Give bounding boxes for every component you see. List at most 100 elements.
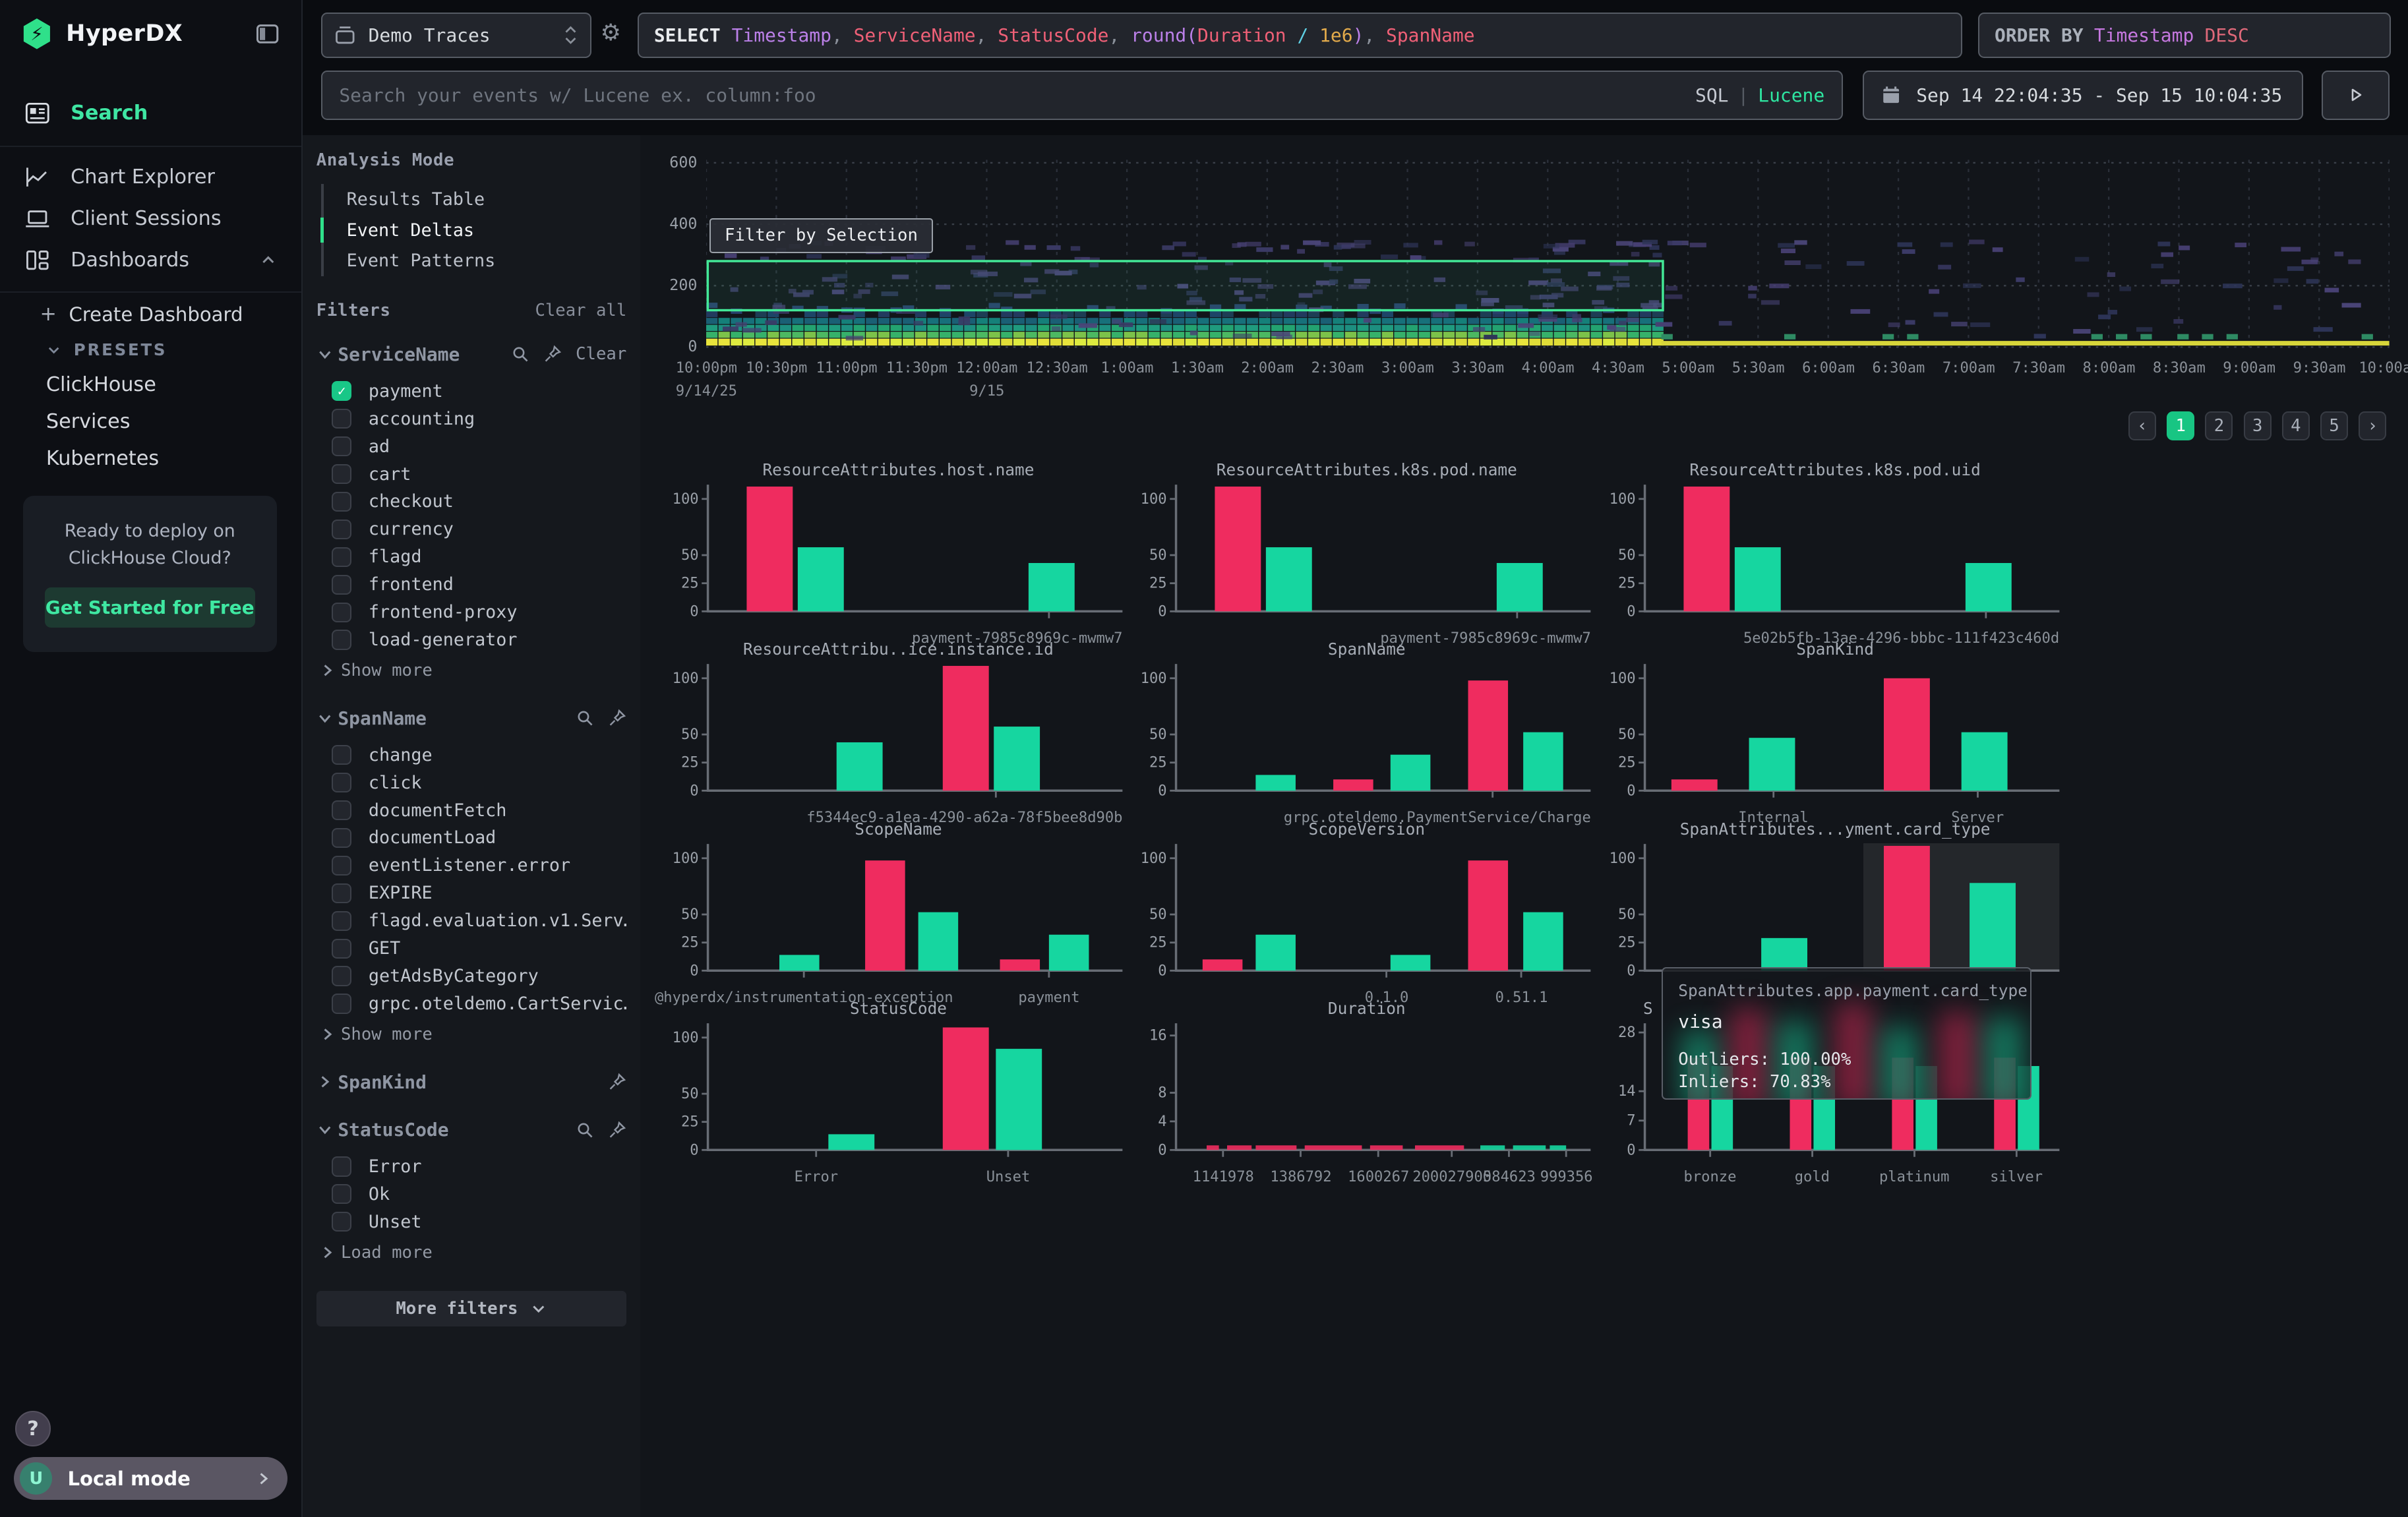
inlier-bar[interactable] xyxy=(1966,563,2012,611)
inlier-bar[interactable] xyxy=(1266,547,1312,611)
checkbox[interactable] xyxy=(332,828,351,848)
sidebar-preset-services[interactable]: Services xyxy=(0,403,301,440)
show-more-button[interactable]: Load more xyxy=(316,1239,626,1266)
filter-option[interactable]: load-generator xyxy=(316,626,626,654)
inlier-bar[interactable] xyxy=(1497,563,1543,611)
filter-group-header[interactable]: StatusCode xyxy=(316,1116,626,1144)
page-button-4[interactable]: 4 xyxy=(2282,411,2310,440)
inlier-bar[interactable] xyxy=(798,547,844,611)
help-button[interactable]: ? xyxy=(15,1411,51,1446)
inlier-bar[interactable] xyxy=(1970,883,2016,970)
filter-option[interactable]: cart xyxy=(316,460,626,488)
outlier-bar[interactable] xyxy=(1884,846,1930,970)
filter-option[interactable]: documentFetch xyxy=(316,796,626,824)
checkbox[interactable] xyxy=(332,966,351,986)
page-button-5[interactable]: 5 xyxy=(2320,411,2348,440)
filter-option[interactable]: Ok xyxy=(316,1180,626,1208)
checkbox[interactable] xyxy=(332,883,351,903)
checkbox[interactable] xyxy=(332,575,351,595)
filter-option[interactable]: GET xyxy=(316,935,626,963)
heatmap-selection[interactable] xyxy=(708,261,1664,311)
get-started-button[interactable]: Get Started for Free xyxy=(45,587,255,628)
checkbox[interactable] xyxy=(332,547,351,567)
pin-icon[interactable] xyxy=(608,1121,626,1139)
inlier-bar[interactable] xyxy=(1524,912,1564,970)
checkbox[interactable] xyxy=(332,409,351,429)
sql-select-editor[interactable]: SELECT Timestamp, ServiceName, StatusCod… xyxy=(638,13,1963,59)
inlier-bar[interactable] xyxy=(779,955,820,970)
inlier-bar[interactable] xyxy=(918,912,959,970)
sidebar-item-search[interactable]: Search xyxy=(0,92,301,134)
show-more-button[interactable]: Show more xyxy=(316,657,626,684)
inlier-bar[interactable] xyxy=(837,742,883,790)
checkbox[interactable] xyxy=(332,1184,351,1204)
inlier-bar[interactable] xyxy=(1391,955,1431,970)
outlier-bar[interactable] xyxy=(865,860,905,970)
analysis-mode-option[interactable]: Event Patterns xyxy=(324,245,626,276)
inlier-bar[interactable] xyxy=(1391,755,1431,791)
pin-icon[interactable] xyxy=(608,709,626,727)
filter-option[interactable]: flagd.evaluation.v1.Serv… xyxy=(316,907,626,935)
sidebar-item-client-sessions[interactable]: Client Sessions xyxy=(0,198,301,239)
filter-option[interactable]: ad xyxy=(316,432,626,460)
sidebar-preset-kubernetes[interactable]: Kubernetes xyxy=(0,440,301,477)
checkbox[interactable] xyxy=(332,745,351,765)
outlier-bar[interactable] xyxy=(1468,680,1509,790)
page-button-1[interactable]: 1 xyxy=(2167,411,2194,440)
run-query-button[interactable] xyxy=(2322,71,2389,120)
outlier-bar[interactable] xyxy=(943,666,989,790)
inlier-bar[interactable] xyxy=(1049,934,1089,970)
filter-group-header[interactable]: ServiceNameClear xyxy=(316,340,626,368)
search-icon[interactable] xyxy=(576,709,594,727)
checkbox[interactable] xyxy=(332,492,351,512)
filter-option[interactable]: currency xyxy=(316,516,626,543)
sidebar-preset-clickhouse[interactable]: ClickHouse xyxy=(0,367,301,403)
inlier-bar[interactable] xyxy=(1749,738,1795,790)
collapse-sidebar-icon[interactable] xyxy=(255,22,280,45)
inlier-bar[interactable] xyxy=(828,1134,874,1150)
outlier-bar[interactable] xyxy=(1203,959,1243,970)
inlier-bar[interactable] xyxy=(1735,547,1781,611)
time-range-picker[interactable]: Sep 14 22:04:35 - Sep 15 10:04:35 xyxy=(1863,71,2303,120)
checkbox[interactable] xyxy=(332,911,351,931)
inlier-bar[interactable] xyxy=(1029,563,1075,611)
outlier-bar[interactable] xyxy=(1000,959,1040,970)
page-button-3[interactable]: 3 xyxy=(2244,411,2272,440)
source-select[interactable]: Demo Traces xyxy=(321,13,591,59)
filter-option[interactable]: click xyxy=(316,769,626,796)
outlier-bar[interactable] xyxy=(1215,487,1261,611)
filter-option[interactable]: getAdsByCategory xyxy=(316,963,626,990)
outlier-bar[interactable] xyxy=(943,1027,989,1150)
filter-option[interactable]: EXPIRE xyxy=(316,879,626,907)
search-icon[interactable] xyxy=(576,1121,594,1139)
analysis-mode-option[interactable]: Results Table xyxy=(324,184,626,215)
filter-option[interactable]: Error xyxy=(316,1152,626,1180)
checkbox[interactable] xyxy=(332,939,351,959)
checkbox[interactable] xyxy=(332,603,351,622)
outlier-bar[interactable] xyxy=(1683,487,1730,611)
filter-option[interactable]: accounting xyxy=(316,405,626,432)
mode-sql[interactable]: SQL xyxy=(1695,84,1728,106)
events-heatmap[interactable] xyxy=(706,154,2390,359)
user-menu[interactable]: U Local mode xyxy=(14,1457,287,1500)
filter-group-header[interactable]: SpanName xyxy=(316,704,626,732)
filter-option[interactable]: flagd xyxy=(316,543,626,571)
outlier-bar[interactable] xyxy=(1884,678,1930,791)
filter-option[interactable]: ✓payment xyxy=(316,377,626,405)
pin-icon[interactable] xyxy=(543,345,562,363)
page-button-2[interactable]: 2 xyxy=(2205,411,2233,440)
inlier-bar[interactable] xyxy=(996,1049,1042,1150)
presets-toggle[interactable]: PRESETS xyxy=(0,333,301,367)
filter-option[interactable]: grpc.oteldemo.CartServic… xyxy=(316,990,626,1018)
filter-option[interactable]: change xyxy=(316,741,626,769)
next-page-button[interactable]: › xyxy=(2359,411,2386,440)
checkbox[interactable] xyxy=(332,1156,351,1176)
checkbox[interactable] xyxy=(332,773,351,792)
inlier-bar[interactable] xyxy=(1256,775,1296,791)
inlier-bar[interactable] xyxy=(994,727,1040,790)
outlier-bar[interactable] xyxy=(1671,779,1718,790)
filter-option[interactable]: frontend xyxy=(316,571,626,599)
pin-icon[interactable] xyxy=(608,1073,626,1091)
sidebar-item-dashboards[interactable]: Dashboards xyxy=(0,239,301,281)
checkbox[interactable] xyxy=(332,520,351,539)
